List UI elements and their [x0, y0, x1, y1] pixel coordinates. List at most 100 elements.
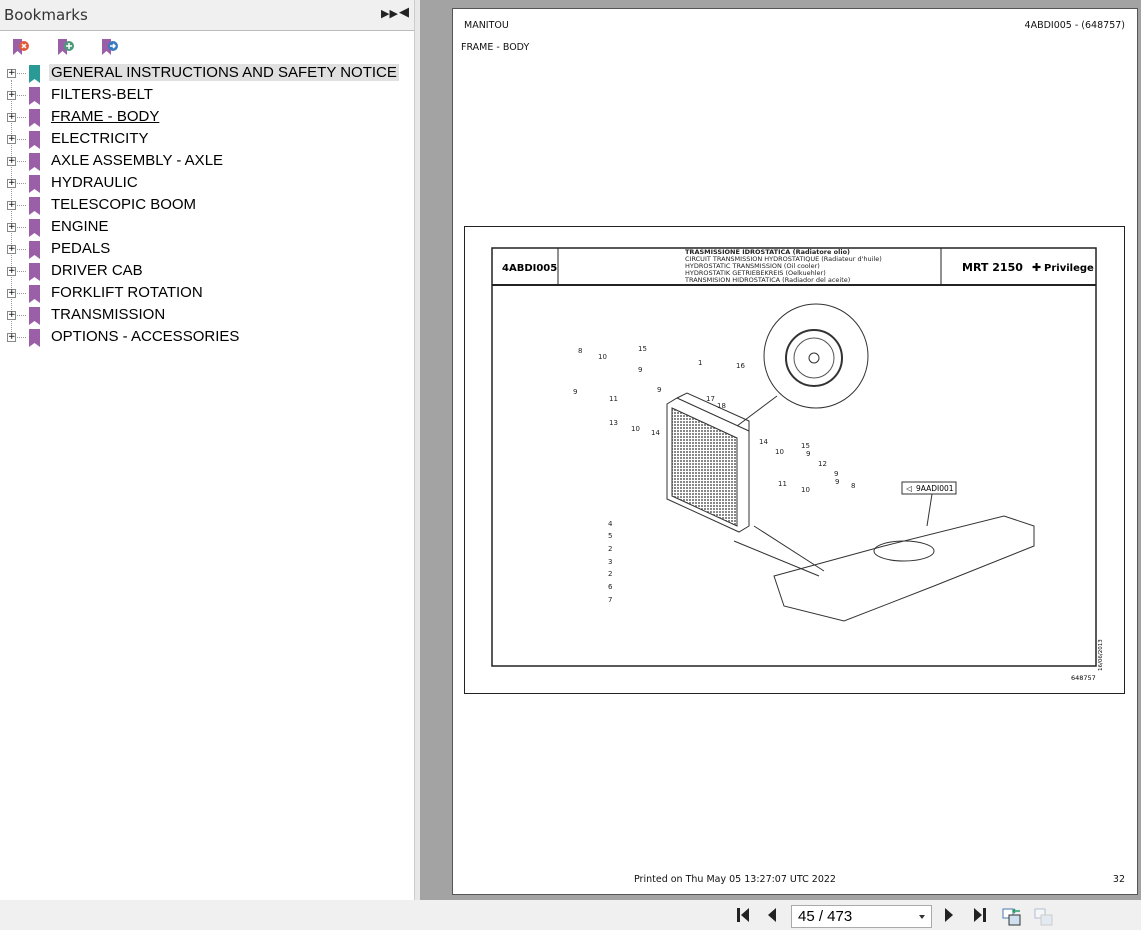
drawing-date: 16/06/2013 [1098, 639, 1104, 671]
bookmark-item[interactable]: + FRAME - BODY [0, 107, 415, 129]
callout-label: 7 [608, 596, 612, 604]
callout-label: 18 [717, 402, 726, 410]
bookmark-icon [29, 65, 40, 83]
next-page-icon[interactable] [943, 907, 955, 923]
callout-label: 6 [608, 583, 613, 591]
page-selector[interactable]: 45 / 473 [791, 905, 932, 928]
model-suffix: Privilege [1044, 263, 1094, 274]
first-page-icon[interactable] [735, 907, 751, 923]
bookmark-item[interactable]: + PEDALS [0, 239, 415, 261]
bookmark-icon [29, 175, 40, 193]
callout-label: 15 [801, 442, 810, 450]
callout-label: 10 [598, 353, 607, 361]
navigation-toolbar [0, 900, 1141, 930]
callout-label: 12 [818, 460, 827, 468]
callout-label: 9 [573, 388, 577, 396]
bookmark-icon [29, 197, 40, 215]
callout-label: 1 [698, 359, 702, 367]
bookmark-icon [29, 285, 40, 303]
bookmark-label[interactable]: AXLE ASSEMBLY - AXLE [49, 152, 225, 169]
collapse-panel-icon[interactable]: ◀ [399, 5, 409, 20]
bookmark-item[interactable]: + HYDRAULIC [0, 173, 415, 195]
bookmarks-panel: Bookmarks ▶▶ ◀ + GENERAL INSTRUCTIONS AND… [0, 0, 415, 900]
callout-label: 9 [638, 366, 642, 374]
expand-icon[interactable]: + [7, 135, 16, 144]
bookmark-icon [29, 307, 40, 325]
expand-icon[interactable]: + [7, 69, 16, 78]
bookmark-label[interactable]: GENERAL INSTRUCTIONS AND SAFETY NOTICE [49, 64, 399, 81]
callout-label: 9 [806, 450, 810, 458]
bookmark-icon [29, 87, 40, 105]
callout-label: 13 [609, 419, 618, 427]
drawing-title-line: TRANSMISION HIDROSTATICA (Radiador del a… [684, 276, 850, 284]
bookmark-item[interactable]: + AXLE ASSEMBLY - AXLE [0, 151, 415, 173]
bookmark-item[interactable]: + FILTERS-BELT [0, 85, 415, 107]
callout-label: 17 [706, 395, 715, 403]
bookmark-icon [29, 131, 40, 149]
expand-icon[interactable]: + [7, 223, 16, 232]
bookmark-label[interactable]: PEDALS [49, 240, 112, 257]
reference-code: 9AADI001 [916, 484, 954, 493]
callout-label: 8 [578, 347, 582, 355]
drawing-number: 648757 [1071, 674, 1096, 682]
callout-label: 9 [834, 470, 838, 478]
callout-label: 11 [778, 480, 787, 488]
bookmark-item[interactable]: + TRANSMISSION [0, 305, 415, 327]
print-info: Printed on Thu May 05 13:27:07 UTC 2022 [634, 874, 836, 885]
bookmark-item[interactable]: + DRIVER CAB [0, 261, 415, 283]
bookmark-icon [29, 219, 40, 237]
bookmark-label[interactable]: HYDRAULIC [49, 174, 140, 191]
callout-label: 14 [759, 438, 768, 446]
callout-label: 8 [851, 482, 855, 490]
callout-label: 5 [608, 532, 612, 540]
bookmark-item[interactable]: + GENERAL INSTRUCTIONS AND SAFETY NOTICE [0, 63, 415, 85]
section-title: FRAME - BODY [461, 42, 530, 53]
expand-icon[interactable]: + [7, 201, 16, 210]
bookmark-label[interactable]: ENGINE [49, 218, 111, 235]
bookmark-label[interactable]: TRANSMISSION [49, 306, 167, 323]
plus-icon: ✚ [1032, 261, 1041, 274]
bookmark-label[interactable]: OPTIONS - ACCESSORIES [49, 328, 241, 345]
callout-label: 9 [657, 386, 661, 394]
callout-label: 9 [835, 478, 839, 486]
bookmark-label[interactable]: ELECTRICITY [49, 130, 151, 147]
go-to-bookmark-icon[interactable] [100, 37, 120, 57]
callout-label: 3 [608, 558, 612, 566]
expand-icon[interactable]: + [7, 113, 16, 122]
expand-icon[interactable]: + [7, 91, 16, 100]
expand-all-icon[interactable]: ▶▶ [381, 7, 398, 20]
bookmark-icon [29, 263, 40, 281]
expand-icon[interactable]: + [7, 289, 16, 298]
bookmark-label[interactable]: FORKLIFT ROTATION [49, 284, 205, 301]
previous-page-icon[interactable] [766, 907, 778, 923]
previous-view-icon[interactable] [1002, 906, 1022, 926]
next-view-icon[interactable] [1034, 906, 1054, 926]
chevron-down-icon[interactable] [919, 915, 925, 919]
pdf-page: MANITOU 4ABDI005 - (648757) FRAME - BODY… [452, 8, 1138, 895]
add-bookmark-icon[interactable] [56, 37, 76, 57]
bookmark-label[interactable]: DRIVER CAB [49, 262, 145, 279]
radiator-illustration [666, 392, 750, 533]
expand-icon[interactable]: + [7, 267, 16, 276]
bookmark-item[interactable]: + OPTIONS - ACCESSORIES [0, 327, 415, 349]
bookmark-icon [29, 329, 40, 347]
expand-icon[interactable]: + [7, 333, 16, 342]
bookmark-label[interactable]: FRAME - BODY [49, 108, 161, 125]
callout-label: 10 [631, 425, 640, 433]
bookmark-label[interactable]: TELESCOPIC BOOM [49, 196, 198, 213]
bookmark-item[interactable]: + ENGINE [0, 217, 415, 239]
bookmark-item[interactable]: + TELESCOPIC BOOM [0, 195, 415, 217]
bookmark-item[interactable]: + FORKLIFT ROTATION [0, 283, 415, 305]
expand-icon[interactable]: + [7, 157, 16, 166]
page-number: 32 [1112, 874, 1125, 885]
last-page-icon[interactable] [972, 907, 988, 923]
expand-icon[interactable]: + [7, 311, 16, 320]
bookmarks-title: Bookmarks [4, 6, 88, 24]
page-selector-value: 45 / 473 [798, 908, 853, 925]
bookmark-item[interactable]: + ELECTRICITY [0, 129, 415, 151]
delete-bookmark-icon[interactable] [11, 37, 31, 57]
bookmark-label[interactable]: FILTERS-BELT [49, 86, 155, 103]
expand-icon[interactable]: + [7, 245, 16, 254]
callout-label: 2 [608, 545, 612, 553]
expand-icon[interactable]: + [7, 179, 16, 188]
